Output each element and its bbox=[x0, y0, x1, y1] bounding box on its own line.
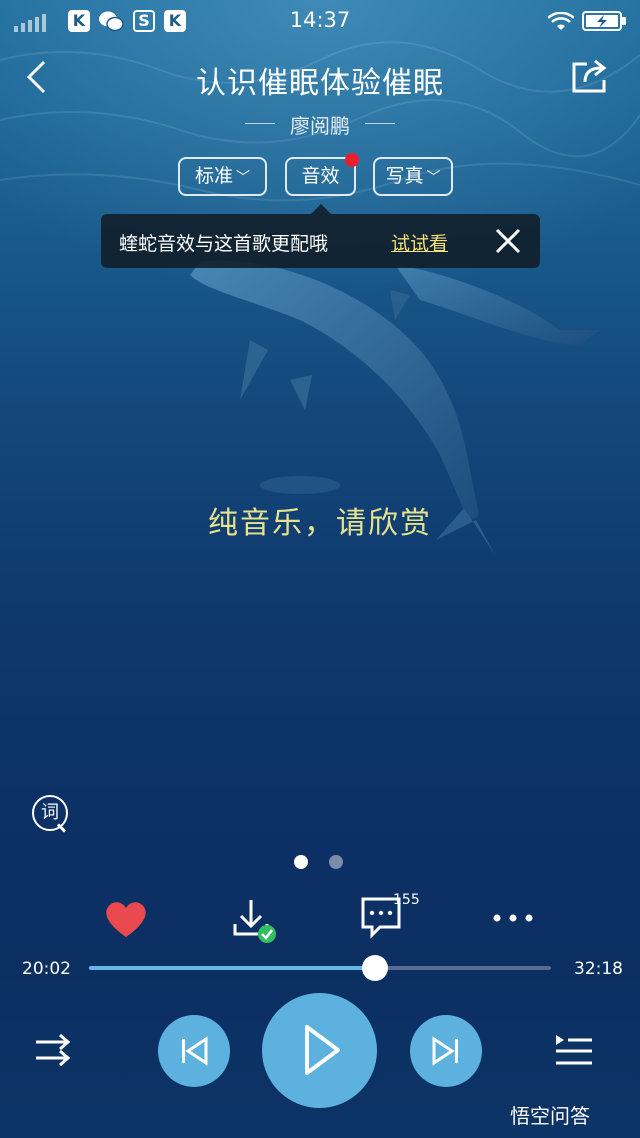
quality-dropdown[interactable]: 标准 ﹀ bbox=[178, 157, 267, 196]
status-bar: K S K 14:37 bbox=[0, 0, 640, 42]
shuffle-mode-icon[interactable] bbox=[34, 1032, 74, 1068]
download-icon[interactable] bbox=[229, 896, 281, 948]
progress-bar[interactable] bbox=[89, 955, 551, 981]
previous-track-button[interactable] bbox=[158, 1015, 230, 1087]
favorite-heart-icon[interactable] bbox=[100, 893, 152, 945]
close-icon[interactable] bbox=[491, 224, 525, 258]
playlist-queue-icon[interactable] bbox=[554, 1032, 594, 1068]
total-time: 32:18 bbox=[574, 959, 623, 979]
chevron-down-icon: ﹀ bbox=[426, 170, 441, 186]
notification-dot bbox=[345, 153, 359, 167]
skip-previous-icon bbox=[182, 1036, 208, 1066]
photo-mode-dropdown[interactable]: 写真 ﹀ bbox=[373, 157, 453, 196]
progress-fill bbox=[89, 966, 376, 970]
progress-thumb[interactable] bbox=[362, 955, 389, 981]
watermark-text: 悟空问答 bbox=[510, 1104, 590, 1128]
try-it-link[interactable]: 试试看 bbox=[391, 229, 448, 256]
back-button[interactable] bbox=[22, 58, 52, 96]
quality-label: 标准 bbox=[194, 165, 233, 187]
lyrics-toggle-button[interactable]: 词 bbox=[32, 795, 68, 831]
photo-mode-label: 写真 bbox=[385, 165, 424, 187]
share-button[interactable] bbox=[571, 58, 609, 94]
status-time: 14:37 bbox=[289, 8, 351, 32]
page-indicator-dot bbox=[329, 855, 343, 869]
battery-charging-icon bbox=[582, 11, 626, 31]
sound-effect-tooltip: 蝰蛇音效与这首歌更配哦 试试看 bbox=[101, 204, 540, 268]
skip-next-icon bbox=[432, 1036, 458, 1066]
more-options-icon[interactable] bbox=[488, 893, 540, 945]
comment-count: 155 bbox=[393, 892, 420, 908]
chevron-down-icon: ﹀ bbox=[236, 170, 250, 186]
artist-name[interactable]: 廖阅鹏 bbox=[200, 110, 440, 139]
tooltip-text: 蝰蛇音效与这首歌更配哦 bbox=[119, 233, 329, 255]
play-button[interactable] bbox=[262, 993, 377, 1108]
wifi-icon bbox=[548, 12, 574, 30]
song-title: 认识催眠体验催眠 bbox=[196, 66, 444, 101]
watermark: 悟空问答 bbox=[510, 1100, 590, 1129]
sound-effects-label: 音效 bbox=[301, 165, 340, 187]
lyrics-toggle-label: 词 bbox=[41, 802, 59, 823]
lyric-line: 纯音乐，请欣赏 bbox=[208, 506, 432, 541]
next-track-button[interactable] bbox=[410, 1015, 482, 1087]
page-indicator-dot-active bbox=[294, 855, 308, 869]
current-time: 20:02 bbox=[22, 959, 71, 979]
play-icon bbox=[305, 1025, 340, 1075]
